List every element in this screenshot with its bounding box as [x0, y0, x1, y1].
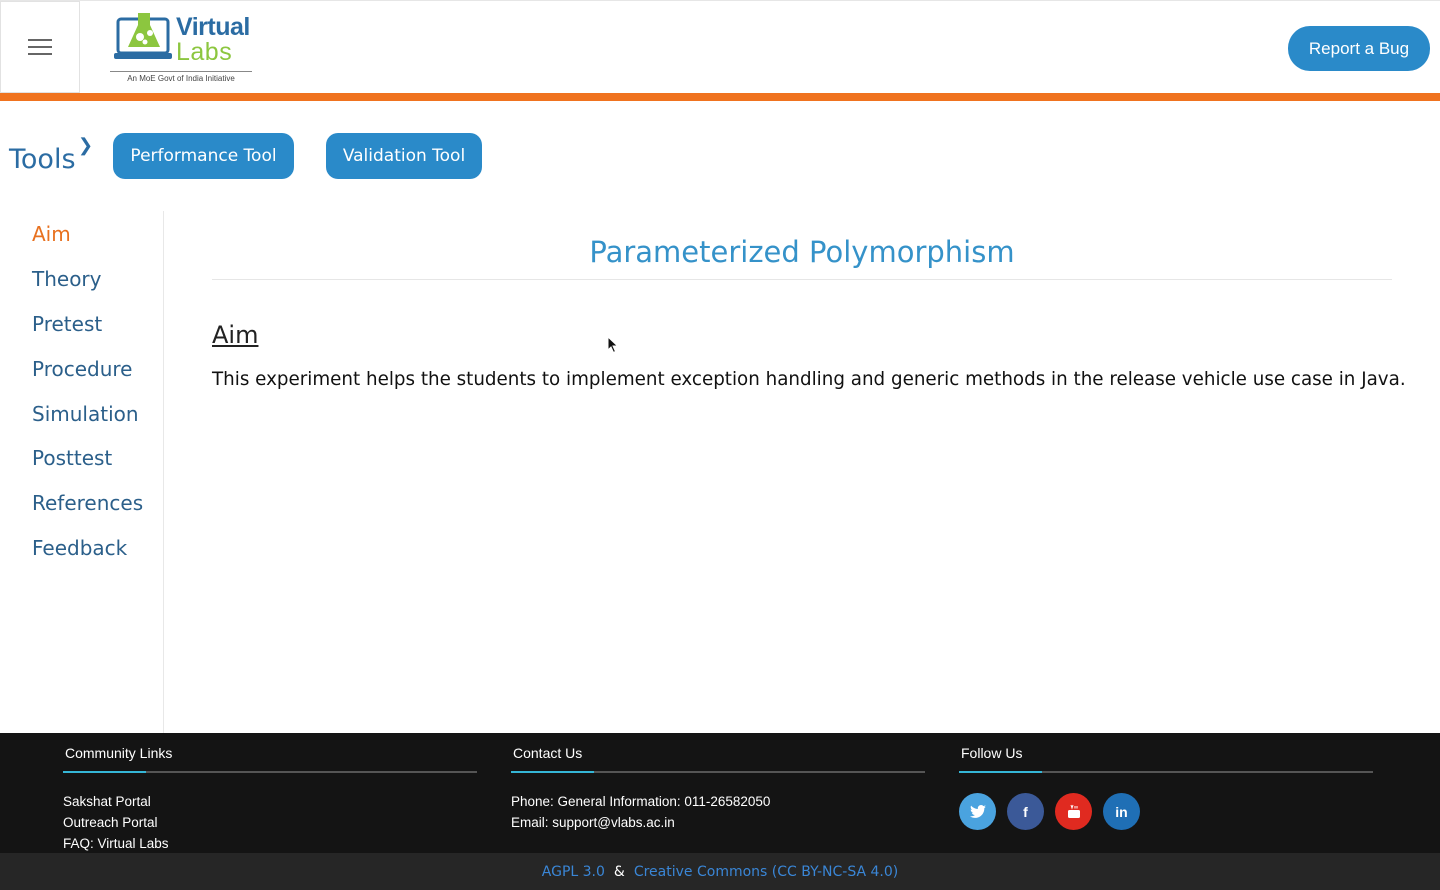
sidebar: Aim Theory Pretest Procedure Simulation …: [0, 211, 164, 733]
sidebar-item-references[interactable]: References: [32, 491, 143, 515]
sidebar-item-procedure[interactable]: Procedure: [32, 357, 133, 381]
virtual-labs-logo[interactable]: Virtual Labs An MoE Govt of India Initia…: [110, 7, 260, 87]
footer-divider: [511, 771, 925, 773]
youtube-icon[interactable]: [1055, 793, 1092, 830]
header-accent-bar: [0, 93, 1440, 101]
footer-follow-column: Follow Us f in: [959, 745, 1373, 830]
header: Virtual Labs An MoE Govt of India Initia…: [0, 0, 1440, 93]
chevron-right-icon: ❯: [78, 135, 94, 155]
facebook-icon[interactable]: f: [1007, 793, 1044, 830]
sidebar-item-feedback[interactable]: Feedback: [32, 536, 127, 560]
logo-word-labs: Labs: [176, 38, 233, 66]
follow-us-title: Follow Us: [961, 745, 1023, 761]
sidebar-item-aim[interactable]: Aim: [32, 222, 71, 246]
report-bug-button[interactable]: Report a Bug: [1288, 26, 1430, 71]
title-divider: [212, 279, 1392, 280]
twitter-icon[interactable]: [959, 793, 996, 830]
logo-tagline: An MoE Govt of India Initiative: [110, 71, 252, 83]
license-bar: AGPL 3.0 & Creative Commons (CC BY-NC-SA…: [0, 853, 1440, 890]
linkedin-icon[interactable]: in: [1103, 793, 1140, 830]
validation-tool-button[interactable]: Validation Tool: [326, 133, 482, 179]
outreach-portal-link[interactable]: Outreach Portal: [63, 812, 477, 833]
sidebar-item-posttest[interactable]: Posttest: [32, 446, 112, 470]
creative-commons-link[interactable]: Creative Commons (CC BY-NC-SA 4.0): [634, 864, 898, 880]
sidebar-item-theory[interactable]: Theory: [32, 267, 102, 291]
footer-divider: [959, 771, 1373, 773]
footer-community-column: Community Links Sakshat Portal Outreach …: [63, 745, 477, 854]
footer-contact-column: Contact Us Phone: General Information: 0…: [511, 745, 925, 833]
sakshat-portal-link[interactable]: Sakshat Portal: [63, 791, 477, 812]
social-icons: f in: [959, 793, 1373, 830]
section-heading: Aim: [212, 321, 259, 349]
contact-phone: Phone: General Information: 011-26582050: [511, 794, 771, 809]
section-body: This experiment helps the students to im…: [212, 369, 1406, 390]
contact-us-title: Contact Us: [513, 745, 583, 761]
contact-email[interactable]: Email: support@vlabs.ac.in: [511, 812, 925, 833]
page-title: Parameterized Polymorphism: [589, 235, 1015, 269]
faq-link[interactable]: FAQ: Virtual Labs: [63, 833, 477, 854]
footer-divider: [63, 771, 477, 773]
hamburger-icon: [28, 34, 52, 60]
community-links-title: Community Links: [65, 745, 173, 761]
tools-label[interactable]: Tools: [9, 144, 76, 175]
flask-icon: [114, 13, 172, 59]
license-separator: &: [613, 863, 625, 880]
performance-tool-button[interactable]: Performance Tool: [113, 133, 294, 179]
mouse-cursor-icon: [607, 336, 619, 354]
agpl-license-link[interactable]: AGPL 3.0: [542, 864, 605, 880]
footer: Community Links Sakshat Portal Outreach …: [0, 733, 1440, 853]
menu-button[interactable]: [0, 1, 80, 93]
sidebar-item-simulation[interactable]: Simulation: [32, 402, 139, 426]
sidebar-item-pretest[interactable]: Pretest: [32, 312, 102, 336]
